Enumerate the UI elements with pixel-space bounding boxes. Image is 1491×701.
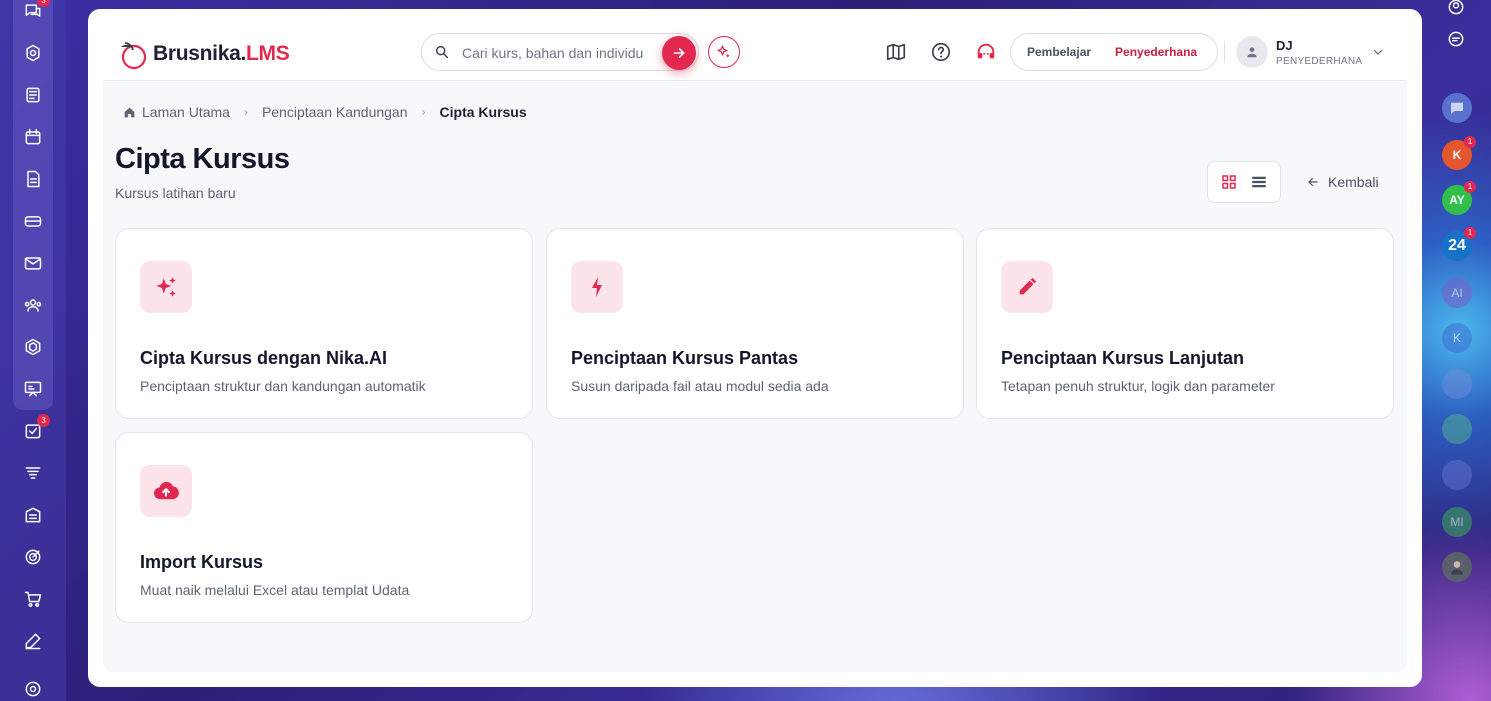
contact-avatar-24[interactable]: 24 1 — [1442, 227, 1476, 261]
map-icon[interactable] — [885, 41, 907, 63]
support-headset-icon[interactable] — [975, 41, 997, 63]
option-title: Penciptaan Kursus Lanjutan — [1001, 348, 1245, 368]
contact-avatar-photo-1[interactable] — [1442, 369, 1472, 399]
lightning-icon — [571, 261, 623, 313]
chevron-down-icon — [1373, 49, 1383, 55]
option-title: Cipta Kursus dengan Nika.AI — [140, 348, 388, 368]
breadcrumb-parent[interactable]: Penciptaan Kandungan — [262, 104, 408, 120]
contact-avatar-k2[interactable]: K — [1442, 323, 1472, 353]
grid-view-icon[interactable] — [1220, 173, 1238, 191]
pen-icon[interactable] — [22, 630, 44, 652]
news-icon[interactable] — [22, 84, 44, 106]
page-title: Cipta Kursus — [115, 143, 290, 175]
search-input[interactable] — [462, 43, 652, 63]
option-title: Penciptaan Kursus Pantas — [571, 348, 799, 368]
back-button[interactable]: Kembali — [1306, 174, 1379, 190]
arrow-left-icon — [1308, 177, 1318, 187]
role-learner-option[interactable]: Pembelajar — [1027, 45, 1091, 59]
chat-circle-icon[interactable] — [1445, 28, 1467, 50]
contact-avatar-photo-4[interactable] — [1442, 552, 1472, 582]
contact-initials: MI — [1450, 515, 1464, 529]
role-switcher: Pembelajar Penyederhana — [1010, 33, 1218, 71]
option-description: Muat naik melalui Excel atau templat Uda… — [140, 582, 410, 598]
checklist-badge: 3 — [37, 414, 50, 427]
sparkles-icon — [140, 261, 192, 313]
brand-name: Brusnika.LMS — [153, 42, 290, 65]
contact-initials: AI — [1451, 286, 1463, 300]
contact-initials: K — [1452, 148, 1462, 162]
contact-avatar-k[interactable]: K 1 — [1442, 136, 1476, 170]
target-icon[interactable] — [22, 546, 44, 568]
left-navigation-rail: 3 3 — [0, 0, 66, 701]
brand-logo[interactable]: Brusnika.LMS — [115, 37, 290, 71]
help-icon[interactable] — [930, 41, 952, 63]
berry-logo-icon — [115, 37, 149, 71]
document-icon[interactable] — [22, 168, 44, 190]
option-description: Penciptaan struktur dan kandungan automa… — [140, 378, 426, 394]
pencil-icon — [1001, 261, 1053, 313]
breadcrumb-separator-icon: › — [243, 105, 248, 119]
search-submit-button[interactable] — [662, 36, 696, 70]
mail-icon[interactable] — [22, 252, 44, 274]
list-view-icon[interactable] — [1250, 173, 1268, 191]
user-name: DJ — [1276, 38, 1293, 53]
breadcrumb: Laman Utama › Penciptaan Kandungan › Cip… — [123, 104, 527, 120]
contact-avatar-photo-3[interactable] — [1442, 460, 1472, 490]
user-avatar — [1236, 36, 1268, 68]
main-window: Brusnika.LMS Pembelajar Penyederhana — [88, 9, 1422, 687]
contact-initials: AY — [1449, 193, 1465, 207]
role-simplifier-option[interactable]: Penyederhana — [1115, 45, 1197, 59]
contact-badge: 1 — [1464, 136, 1476, 148]
building-icon[interactable] — [22, 504, 44, 526]
ai-assistant-button[interactable] — [708, 36, 740, 68]
contact-badge: 1 — [1464, 227, 1476, 239]
user-role: PENYEDERHANA — [1276, 56, 1363, 67]
contact-badge: 1 — [1464, 181, 1476, 193]
breadcrumb-home[interactable]: Laman Utama — [142, 104, 230, 120]
breadcrumb-separator-icon: › — [421, 105, 426, 119]
option-description: Tetapan penuh struktur, logik dan parame… — [1001, 378, 1275, 394]
contact-initials: 24 — [1448, 237, 1466, 254]
option-description: Susun daripada fail atau modul sedia ada — [571, 378, 829, 394]
option-card-import[interactable]: Import Kursus Muat naik melalui Excel at… — [115, 432, 533, 623]
page-content: Laman Utama › Penciptaan Kandungan › Cip… — [103, 82, 1407, 672]
home-icon — [124, 107, 135, 117]
view-toggle — [1207, 161, 1281, 203]
cart-icon[interactable] — [22, 588, 44, 610]
contact-avatar-mi[interactable]: MI — [1442, 507, 1472, 537]
card-icon[interactable] — [22, 210, 44, 232]
arrow-right-icon — [673, 48, 685, 58]
chat-bubbles-icon[interactable]: 3 — [22, 0, 50, 22]
settings-icon[interactable] — [22, 678, 44, 700]
person-icon — [1247, 47, 1257, 58]
option-title: Import Kursus — [140, 552, 264, 572]
contact-avatar-ay[interactable]: AY 1 — [1442, 181, 1476, 215]
cloud-upload-icon — [140, 465, 192, 517]
back-label: Kembali — [1328, 174, 1379, 190]
contact-avatar-photo-2[interactable] — [1442, 414, 1472, 444]
right-contacts-rail: K 1 AY 1 24 1 AI K MI — [1436, 0, 1491, 701]
checklist-icon[interactable]: 3 — [22, 414, 50, 442]
page-subtitle: Kursus latihan baru — [115, 185, 236, 201]
contact-initials: K — [1452, 331, 1461, 345]
hexagon-icon[interactable] — [22, 336, 44, 358]
sparkles-icon — [717, 45, 730, 58]
messages-avatar[interactable] — [1442, 93, 1472, 123]
presentation-icon[interactable] — [22, 378, 44, 400]
filter-stack-icon[interactable] — [22, 462, 44, 484]
search-icon — [435, 45, 449, 59]
user-menu[interactable]: DJ PENYEDERHANA — [1236, 36, 1386, 70]
header-divider — [1224, 41, 1225, 63]
breadcrumb-current: Cipta Kursus — [439, 104, 527, 120]
user-circle-icon[interactable] — [1445, 0, 1467, 18]
badge-cog-icon[interactable] — [22, 42, 44, 64]
top-header: Brusnika.LMS Pembelajar Penyederhana — [103, 9, 1407, 81]
option-card-quick[interactable]: Penciptaan Kursus Pantas Susun daripada … — [546, 228, 964, 419]
calendar-icon[interactable] — [22, 126, 44, 148]
option-card-advanced[interactable]: Penciptaan Kursus Lanjutan Tetapan penuh… — [976, 228, 1394, 419]
contact-avatar-ai[interactable]: AI — [1442, 278, 1472, 308]
users-icon[interactable] — [22, 294, 44, 316]
global-search — [421, 33, 699, 71]
option-card-ai[interactable]: Cipta Kursus dengan Nika.AI Penciptaan s… — [115, 228, 533, 419]
